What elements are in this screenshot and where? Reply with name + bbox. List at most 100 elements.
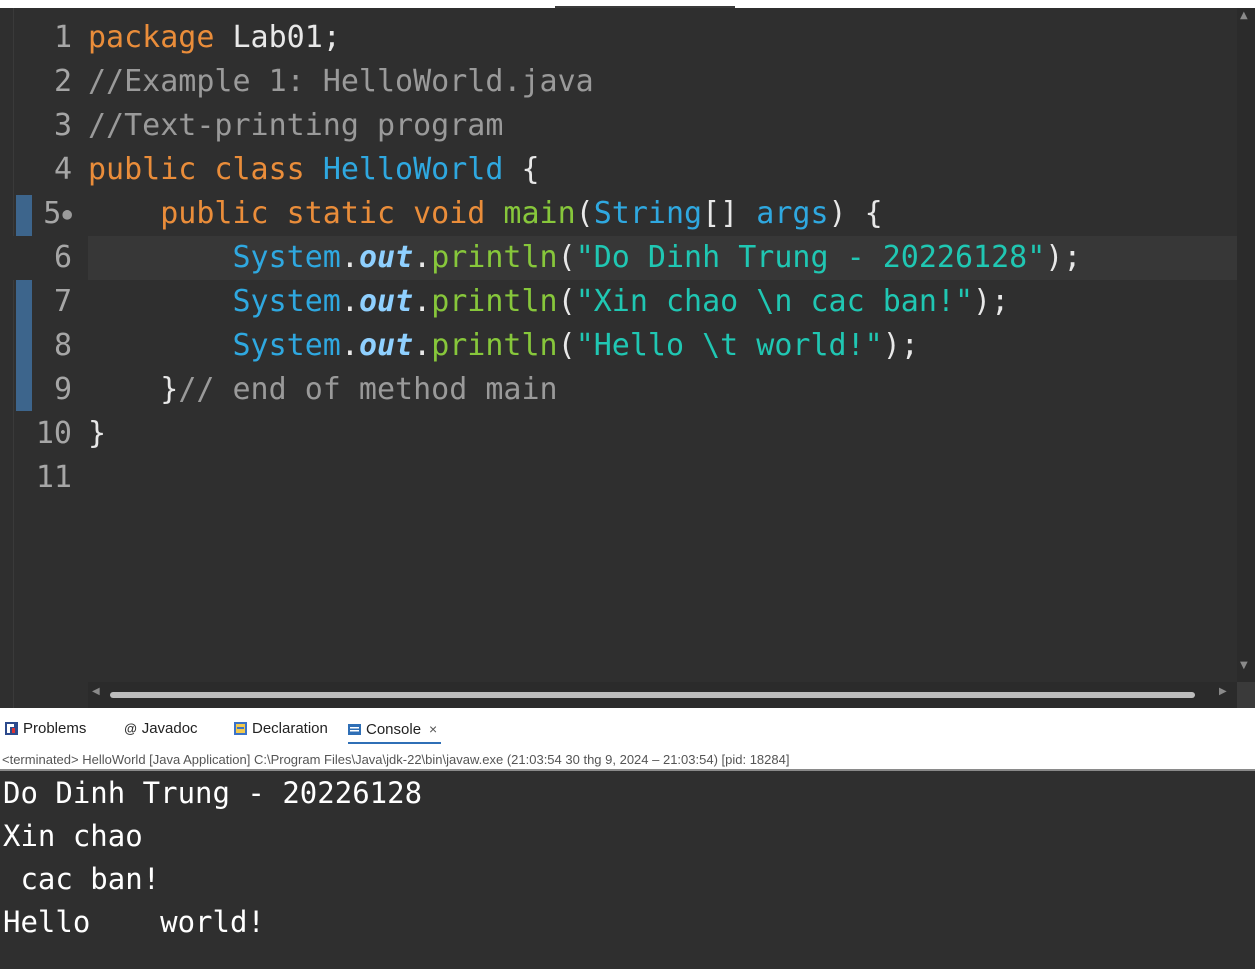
code-token: out <box>358 240 414 275</box>
scroll-left-icon[interactable]: ◀ <box>92 686 100 697</box>
code-text: public class HelloWorld { <box>88 148 540 192</box>
code-token: out <box>358 284 414 319</box>
console-output[interactable]: Do Dinh Trung - 20226128 Xin chao cac ba… <box>0 771 1255 969</box>
code-token: { <box>503 152 540 187</box>
code-token: System <box>232 284 341 319</box>
code-token: . <box>413 284 432 319</box>
code-token: package <box>88 20 215 55</box>
code-line[interactable]: 1 package Lab01; <box>0 16 1237 60</box>
code-token: System <box>232 240 341 275</box>
bottom-panel: Problems @ Javadoc Declaration Console ×… <box>0 708 1255 969</box>
line-number-text: 6 <box>53 240 72 275</box>
code-text: //Example 1: HelloWorld.java <box>88 60 594 104</box>
line-number: 1 <box>0 16 88 60</box>
horizontal-scroll-thumb[interactable] <box>110 692 1195 698</box>
code-text: } <box>88 412 106 456</box>
code-line[interactable]: 9 }// end of method main <box>0 368 1237 412</box>
code-token: ); <box>1045 240 1082 275</box>
code-token: main <box>503 196 576 231</box>
code-line[interactable]: 8 System.out.println("Hello \t world!"); <box>0 324 1237 368</box>
scroll-up-icon[interactable]: ▲ <box>1240 10 1248 21</box>
code-line[interactable]: 10} <box>0 412 1237 456</box>
code-line[interactable]: 2 //Example 1: HelloWorld.java <box>0 60 1237 104</box>
code-token: Lab01; <box>214 20 341 55</box>
code-line[interactable]: 4 public class HelloWorld { <box>0 148 1237 192</box>
code-token: println <box>431 284 558 319</box>
code-token: //Example 1: HelloWorld.java <box>88 64 594 99</box>
tab-declaration[interactable]: Declaration <box>234 717 328 739</box>
code-editor[interactable]: 1 package Lab01; 2 //Example 1: HelloWorld.… <box>0 0 1255 708</box>
line-number: 5● <box>0 192 88 236</box>
horizontal-scrollbar[interactable]: ◀ ▶ <box>88 682 1237 708</box>
line-number-text: 2 <box>53 64 72 99</box>
code-token: //Text-printing program <box>88 108 504 143</box>
scroll-right-icon[interactable]: ▶ <box>1219 686 1227 697</box>
code-token: ( <box>575 196 594 231</box>
code-token: "Hello \t world!" <box>575 328 883 363</box>
code-token: public static void <box>160 196 486 231</box>
line-number: 7 <box>0 280 88 324</box>
code-text: package Lab01; <box>88 16 341 60</box>
code-token: [] <box>702 196 757 231</box>
code-token: . <box>413 328 432 363</box>
code-token: "Do Dinh Trung - 20226128" <box>575 240 1046 275</box>
tab-javadoc[interactable]: @ Javadoc <box>124 717 198 739</box>
line-number: 6 <box>0 236 88 280</box>
tab-console[interactable]: Console × <box>348 716 442 744</box>
line-number-text: 7 <box>53 284 72 319</box>
code-line[interactable]: 3 //Text-printing program <box>0 104 1237 148</box>
fold-marker-icon[interactable]: ● <box>62 204 72 223</box>
code-text: System.out.println("Hello \t world!"); <box>88 324 919 368</box>
code-token: ); <box>882 328 919 363</box>
tab-problems-label: Problems <box>23 719 87 737</box>
code-token: // end of method main <box>178 372 558 407</box>
code-line[interactable]: 7 System.out.println("Xin chao \n cac ba… <box>0 280 1237 324</box>
code-line[interactable]: 11 <box>0 456 1237 500</box>
code-token: . <box>413 240 432 275</box>
code-token: "Xin chao \n cac ban!" <box>575 284 974 319</box>
line-number-text: 10 <box>35 416 72 451</box>
code-token: . <box>340 328 359 363</box>
code-token: println <box>431 328 558 363</box>
line-number-text: 5 <box>43 196 62 231</box>
vertical-scrollbar[interactable]: ▲ ▼ <box>1237 8 1255 682</box>
console-status: <terminated> HelloWorld [Java Applicatio… <box>2 752 790 767</box>
code-text: //Text-printing program <box>88 104 503 148</box>
code-token: } <box>88 372 179 407</box>
line-number-text: 8 <box>53 328 72 363</box>
code-token: . <box>340 240 359 275</box>
scrollbar-corner <box>1237 682 1255 708</box>
tab-console-label: Console <box>366 720 422 738</box>
line-number: 2 <box>0 60 88 104</box>
code-lines[interactable]: 1 package Lab01; 2 //Example 1: HelloWorld.… <box>0 16 1237 500</box>
line-number: 8 <box>0 324 88 368</box>
close-icon[interactable]: × <box>429 721 437 737</box>
code-token: ( <box>557 240 576 275</box>
code-token: println <box>431 240 558 275</box>
output-line: Do Dinh Trung - 20226128 <box>3 776 423 810</box>
line-number-text: 4 <box>53 152 72 187</box>
code-token: System <box>232 328 341 363</box>
code-line[interactable]: 6 System.out.println("Do Dinh Trung - 20… <box>0 236 1237 280</box>
tab-javadoc-label: Javadoc <box>141 719 198 737</box>
line-number: 11 <box>0 456 88 500</box>
scroll-down-icon[interactable]: ▼ <box>1240 660 1248 671</box>
editor-tab-strip <box>0 0 1255 8</box>
code-text: System.out.println("Do Dinh Trung - 2022… <box>88 236 1082 280</box>
declaration-icon <box>234 721 247 735</box>
line-number: 10 <box>0 412 88 456</box>
panel-tab-bar: Problems @ Javadoc Declaration Console × <box>0 708 1255 744</box>
code-token: String <box>593 196 703 231</box>
javadoc-icon: @ <box>124 720 137 736</box>
code-line[interactable]: 5● public static void main(String[] args… <box>0 192 1237 236</box>
code-token: HelloWorld <box>322 152 504 187</box>
tab-problems[interactable]: Problems <box>5 717 86 739</box>
active-tab-edge <box>555 6 735 8</box>
tab-declaration-label: Declaration <box>252 719 328 737</box>
